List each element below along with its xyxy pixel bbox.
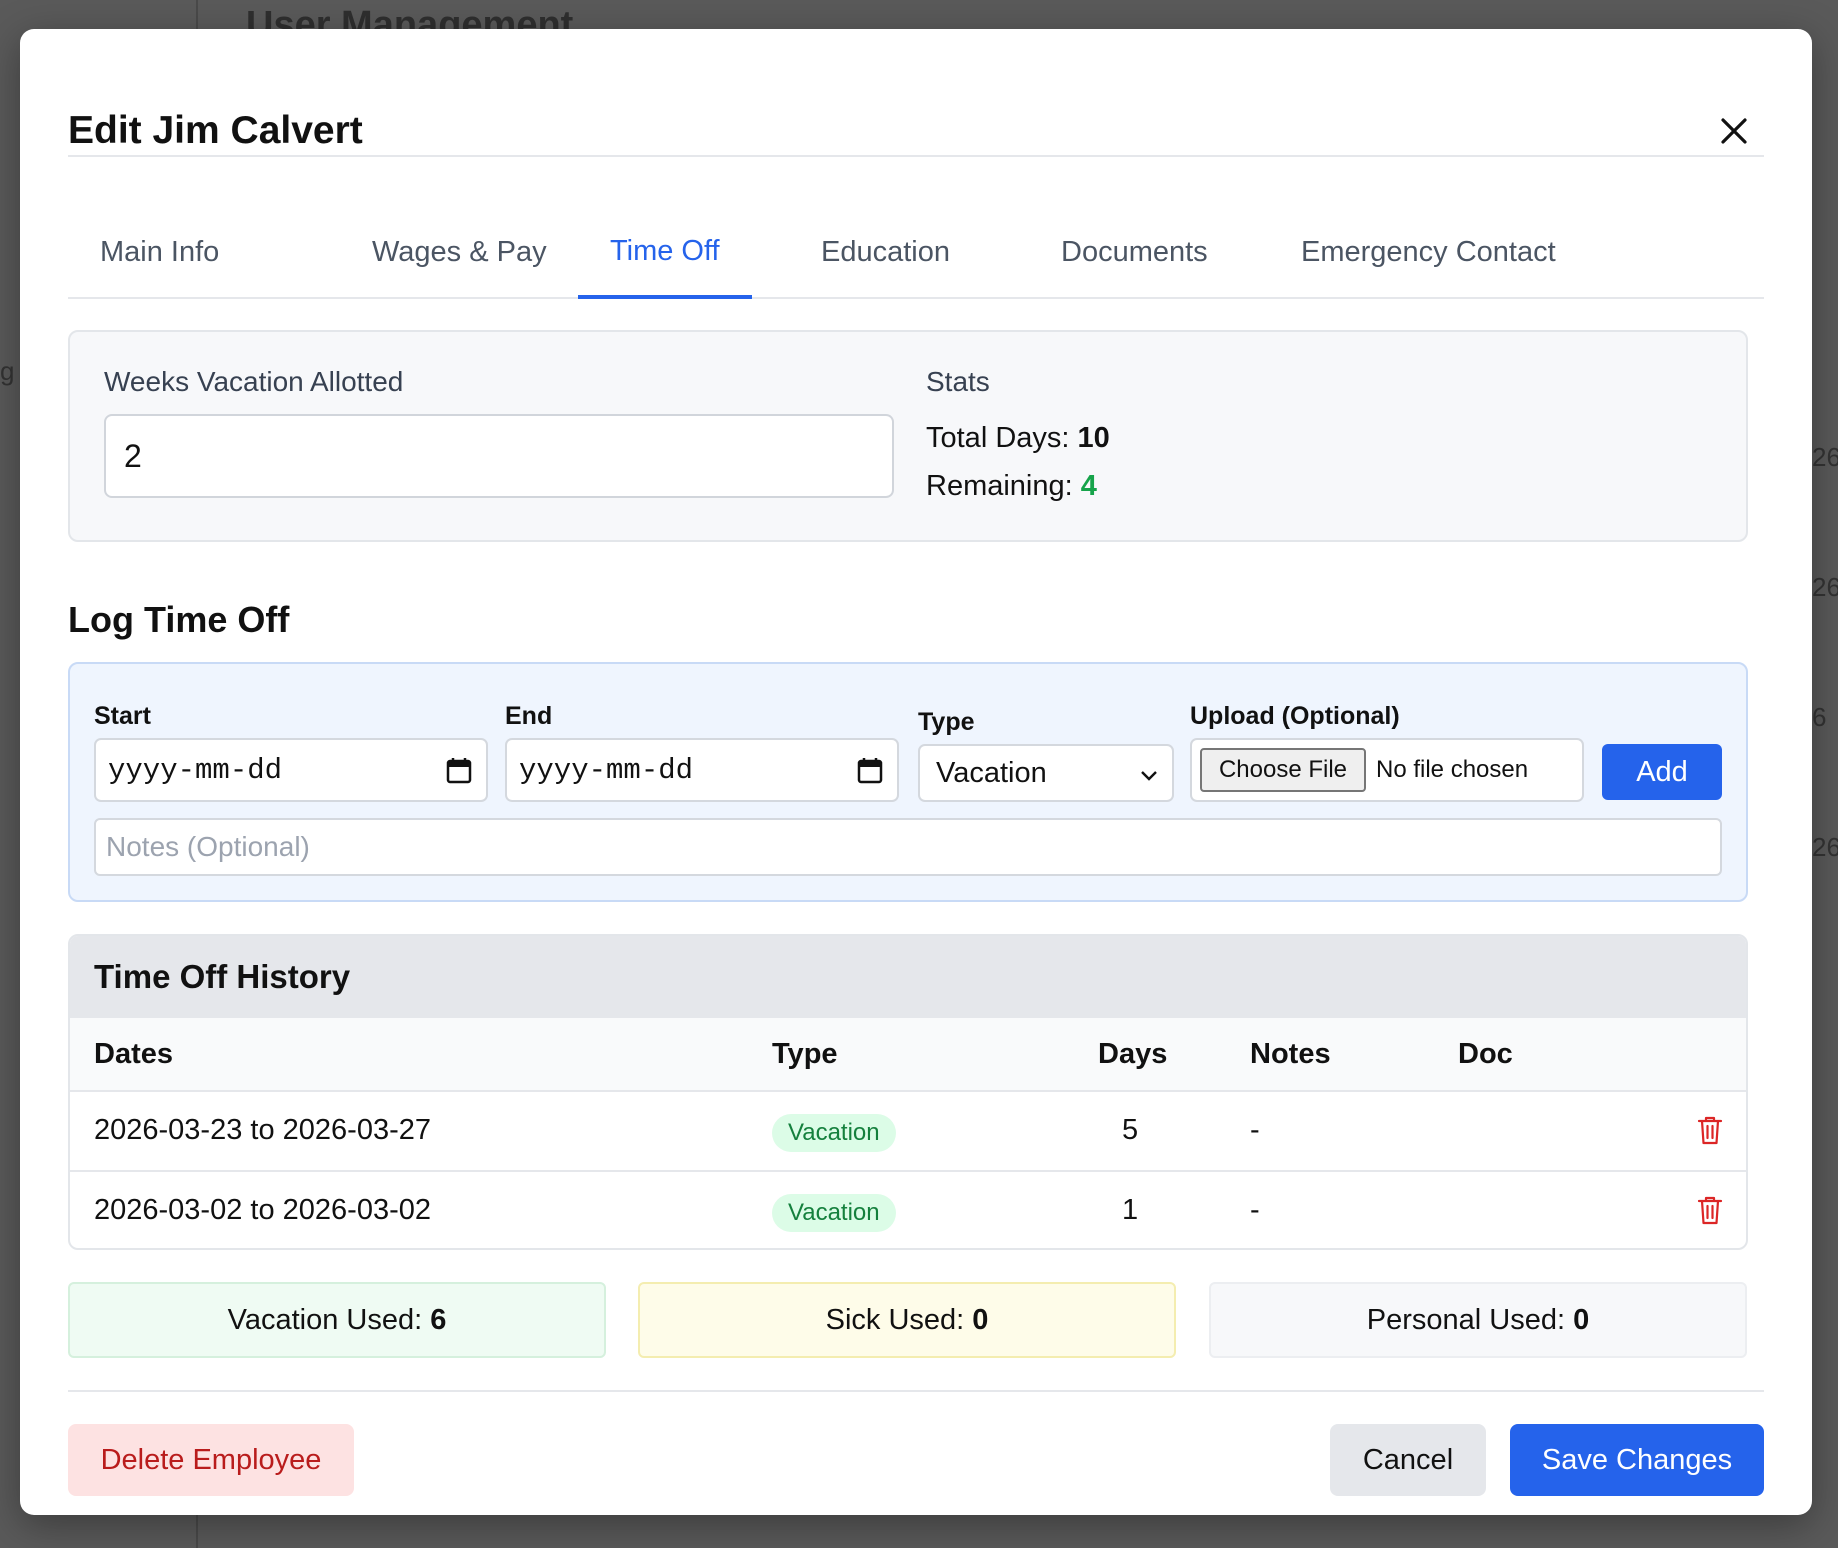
delete-employee-button[interactable]: Delete Employee bbox=[68, 1424, 354, 1496]
history-title: Time Off History bbox=[94, 958, 351, 995]
time-off-history-table: Time Off History Dates Type Days Notes D… bbox=[68, 934, 1748, 1250]
tab-bar: Main Info Wages & Pay Time Off Education… bbox=[68, 207, 1764, 299]
close-button[interactable] bbox=[1714, 111, 1754, 151]
type-badge: Vacation bbox=[772, 1194, 896, 1232]
background-fragment: 26 bbox=[1812, 572, 1838, 602]
row-notes: - bbox=[1250, 1194, 1260, 1226]
background-fragment: 26 bbox=[1812, 832, 1838, 862]
personal-used-summary: Personal Used: 0 bbox=[1209, 1282, 1747, 1358]
end-label: End bbox=[505, 702, 553, 730]
log-time-off-title: Log Time Off bbox=[68, 599, 290, 640]
weeks-vacation-input[interactable]: 2 bbox=[104, 414, 894, 498]
sick-used-value: 0 bbox=[972, 1303, 989, 1336]
sick-used-label: Sick Used: bbox=[825, 1303, 965, 1336]
calendar-icon[interactable] bbox=[857, 756, 883, 784]
log-time-off-form: Start yyyy-mm-dd End yyyy-mm-dd Type Vac… bbox=[68, 662, 1748, 902]
start-date-input[interactable]: yyyy-mm-dd bbox=[94, 738, 488, 802]
total-days-stat: Total Days: 10 bbox=[926, 422, 1110, 455]
stats-heading: Stats bbox=[926, 366, 990, 397]
tab-wages-pay[interactable]: Wages & Pay bbox=[340, 207, 579, 297]
table-row: 2026-03-02 to 2026-03-02 Vacation 1 - bbox=[70, 1172, 1746, 1248]
row-dates: 2026-03-23 to 2026-03-27 bbox=[94, 1114, 431, 1146]
tab-emergency-contact[interactable]: Emergency Contact bbox=[1269, 207, 1588, 297]
row-dates: 2026-03-02 to 2026-03-02 bbox=[94, 1194, 431, 1226]
column-header-days: Days bbox=[1098, 1038, 1168, 1070]
row-days: 1 bbox=[1122, 1194, 1139, 1226]
column-header-type: Type bbox=[772, 1038, 838, 1070]
save-changes-button[interactable]: Save Changes bbox=[1510, 1424, 1764, 1496]
sick-used-summary: Sick Used: 0 bbox=[638, 1282, 1176, 1358]
remaining-value: 4 bbox=[1080, 470, 1097, 502]
tab-documents[interactable]: Documents bbox=[1029, 207, 1240, 297]
personal-used-value: 0 bbox=[1573, 1303, 1590, 1336]
background-fragment: 26 bbox=[1812, 442, 1838, 472]
no-file-chosen-text: No file chosen bbox=[1376, 756, 1529, 783]
type-select[interactable]: Vacation bbox=[918, 744, 1174, 802]
vacation-used-value: 6 bbox=[430, 1303, 447, 1336]
weeks-vacation-label: Weeks Vacation Allotted bbox=[104, 366, 404, 397]
notes-input[interactable]: Notes (Optional) bbox=[94, 818, 1722, 876]
trash-icon[interactable] bbox=[1696, 1194, 1724, 1226]
close-icon bbox=[1721, 118, 1747, 144]
personal-used-label: Personal Used: bbox=[1366, 1303, 1566, 1336]
row-notes: - bbox=[1250, 1114, 1260, 1146]
history-header: Time Off History bbox=[70, 936, 1746, 1018]
total-days-label: Total Days: bbox=[926, 422, 1070, 454]
background-fragment: 6 bbox=[1812, 702, 1827, 732]
vacation-used-summary: Vacation Used: 6 bbox=[68, 1282, 606, 1358]
column-header-notes: Notes bbox=[1250, 1038, 1331, 1070]
upload-label: Upload (Optional) bbox=[1190, 702, 1400, 730]
background-fragment: g bbox=[0, 356, 15, 386]
cancel-button[interactable]: Cancel bbox=[1330, 1424, 1486, 1496]
trash-icon[interactable] bbox=[1696, 1114, 1724, 1146]
chevron-down-icon bbox=[1141, 771, 1157, 781]
start-label: Start bbox=[94, 702, 151, 730]
tab-time-off[interactable]: Time Off bbox=[578, 207, 752, 299]
start-date-value: yyyy-mm-dd bbox=[108, 753, 283, 787]
total-days-value: 10 bbox=[1077, 422, 1110, 454]
modal-title: Edit Jim Calvert bbox=[68, 109, 363, 152]
tab-education[interactable]: Education bbox=[789, 207, 982, 297]
end-date-input[interactable]: yyyy-mm-dd bbox=[505, 738, 899, 802]
type-label: Type bbox=[918, 708, 975, 736]
modal-header: Edit Jim Calvert bbox=[68, 81, 1764, 157]
end-date-value: yyyy-mm-dd bbox=[519, 753, 694, 787]
edit-employee-modal: Edit Jim Calvert Main Info Wages & Pay T… bbox=[20, 29, 1812, 1515]
vacation-used-label: Vacation Used: bbox=[227, 1303, 423, 1336]
choose-file-button[interactable]: Choose File bbox=[1200, 748, 1366, 792]
remaining-label: Remaining: bbox=[926, 470, 1073, 502]
type-badge: Vacation bbox=[772, 1114, 896, 1152]
table-row: 2026-03-23 to 2026-03-27 Vacation 5 - bbox=[70, 1092, 1746, 1172]
file-upload-input[interactable]: Choose File No file chosen bbox=[1190, 738, 1584, 802]
tab-main-info[interactable]: Main Info bbox=[68, 207, 251, 297]
column-header-doc: Doc bbox=[1458, 1038, 1513, 1070]
column-header-dates: Dates bbox=[94, 1038, 173, 1070]
table-header-row: Dates Type Days Notes Doc bbox=[70, 1018, 1746, 1092]
add-button[interactable]: Add bbox=[1602, 744, 1722, 800]
row-days: 5 bbox=[1122, 1114, 1139, 1146]
footer-divider bbox=[68, 1390, 1764, 1392]
type-select-value: Vacation bbox=[936, 756, 1047, 789]
vacation-allotment-panel: Weeks Vacation Allotted 2 Stats Total Da… bbox=[68, 330, 1748, 542]
calendar-icon[interactable] bbox=[446, 756, 472, 784]
remaining-stat: Remaining: 4 bbox=[926, 470, 1097, 503]
